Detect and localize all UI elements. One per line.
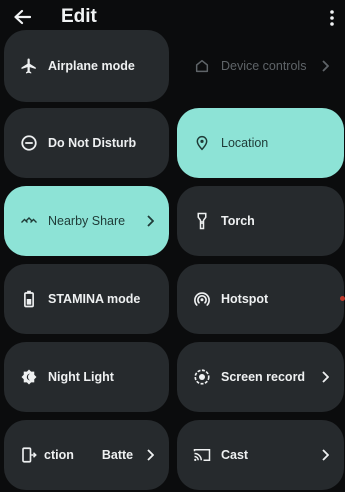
tile-screen-switch-battery[interactable]: ction Batte <box>4 420 169 490</box>
tile-label: Nearby Share <box>48 214 126 228</box>
tile-label-right: Batte <box>101 448 134 462</box>
tile-label: STAMINA mode <box>48 292 141 306</box>
tile-label: Location <box>221 136 269 150</box>
airplane-icon <box>18 55 40 77</box>
back-button[interactable] <box>10 6 34 28</box>
tile-label: Screen record <box>221 370 306 384</box>
back-arrow-icon <box>14 9 31 25</box>
tile-screen-record[interactable]: Screen record <box>177 342 344 412</box>
battery-icon <box>18 288 40 310</box>
nearby-share-icon <box>18 210 40 232</box>
screen-record-icon <box>191 366 213 388</box>
indicator-dot <box>340 296 345 301</box>
tile-hotspot[interactable]: Hotspot <box>177 264 344 334</box>
tile-label: Do Not Disturb <box>48 136 137 150</box>
location-pin-icon <box>191 132 213 154</box>
tile-label: Cast <box>221 448 249 462</box>
more-vert-icon <box>330 10 334 26</box>
torch-icon <box>191 210 213 232</box>
tile-label: Airplane mode <box>48 59 135 73</box>
chevron-right-icon <box>143 214 157 228</box>
do-not-disturb-icon <box>18 132 40 154</box>
tile-label: Torch <box>221 214 255 228</box>
tile-device-controls: Device controls <box>177 30 344 102</box>
tile-night-light[interactable]: Night Light <box>4 342 169 412</box>
hotspot-icon <box>191 288 213 310</box>
night-light-icon <box>18 366 40 388</box>
tile-nearby-share[interactable]: Nearby Share <box>4 186 169 256</box>
tile-label: Hotspot <box>221 292 269 306</box>
tile-stamina-mode[interactable]: STAMINA mode <box>4 264 169 334</box>
tile-location[interactable]: Location <box>177 108 344 178</box>
tile-airplane-mode[interactable]: Airplane mode <box>4 30 169 102</box>
tile-label: Night Light <box>48 370 114 384</box>
chevron-right-icon <box>318 448 332 462</box>
chevron-right-icon <box>318 59 332 73</box>
chevron-right-icon <box>318 370 332 384</box>
chevron-right-icon <box>143 448 157 462</box>
page-title: Edit <box>61 6 97 27</box>
tile-label-left: ction <box>44 448 74 462</box>
cast-icon <box>191 444 213 466</box>
tile-torch[interactable]: Torch <box>177 186 344 256</box>
tile-do-not-disturb[interactable]: Do Not Disturb <box>4 108 169 178</box>
tile-label: Device controls <box>221 59 307 73</box>
home-icon <box>191 55 213 77</box>
screen-switch-icon <box>18 444 40 466</box>
tile-cast[interactable]: Cast <box>177 420 344 490</box>
more-options-button[interactable] <box>325 8 339 28</box>
